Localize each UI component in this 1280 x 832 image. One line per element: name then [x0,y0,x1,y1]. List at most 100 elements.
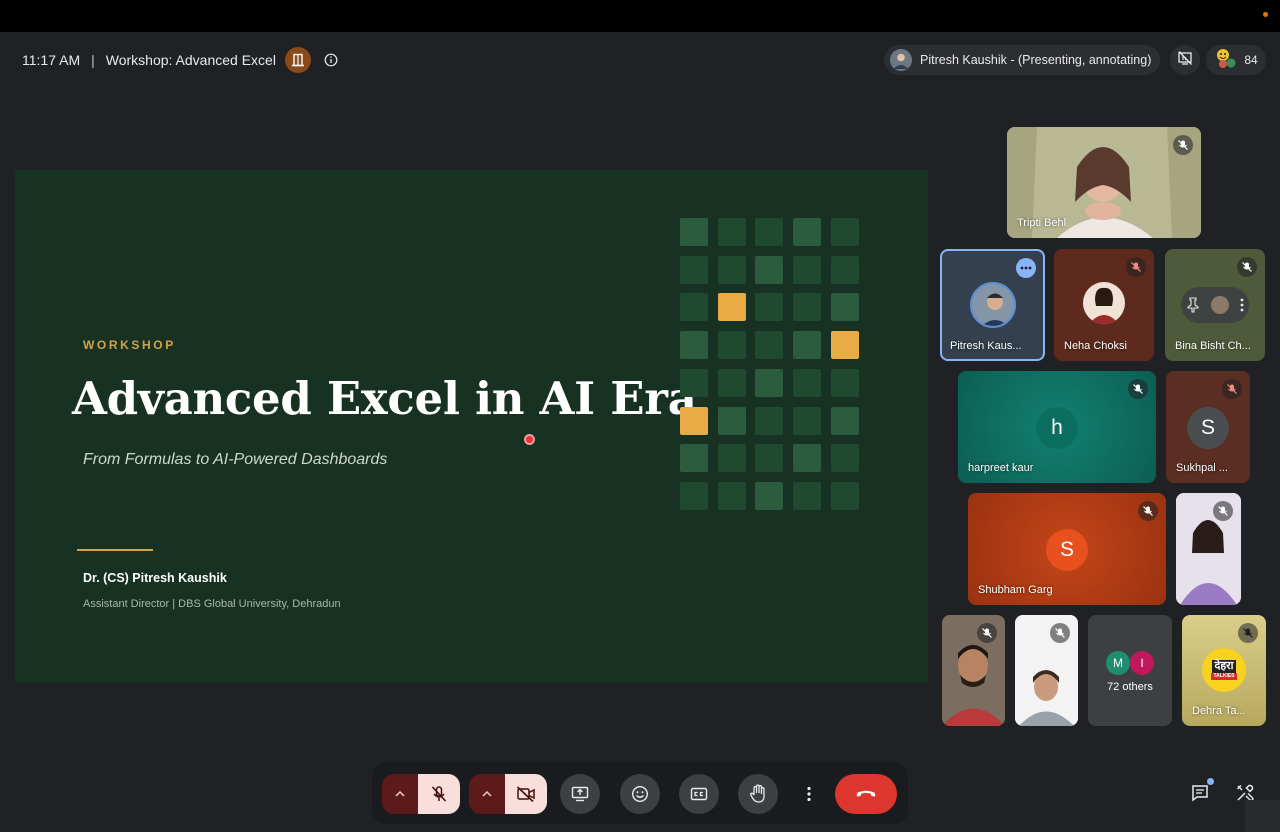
camera-toggle-button[interactable] [505,774,547,814]
participant-tile-video-1[interactable] [1176,493,1241,605]
participant-count: 84 [1244,53,1258,67]
captions-button[interactable] [679,774,719,814]
grid-square [793,255,822,284]
host-controls-icon[interactable] [284,47,311,73]
dehra-talkies-logo: देहरा TALKIES [1202,648,1246,692]
presentation-off-icon [1177,50,1193,71]
camera-control-group [469,774,547,814]
neha-avatar [1083,282,1125,324]
people-button[interactable]: 84 [1206,45,1266,75]
mic-off-icon [1222,379,1242,399]
present-screen-button[interactable] [560,774,600,814]
more-options-icon[interactable] [1016,258,1036,278]
mic-off-icon [1237,257,1257,277]
video-settings-button[interactable] [469,774,505,814]
audio-settings-button[interactable] [382,774,418,814]
chevron-up-icon [482,791,492,797]
more-vert-icon [1240,298,1244,312]
grid-square [793,331,822,360]
grid-square [793,368,822,397]
participant-name: Shubham Garg [978,584,1053,596]
camera-off-icon [516,786,535,802]
others-avatar-m: M [1106,651,1130,675]
grid-square [755,481,784,510]
notification-dot [1263,12,1268,17]
slide-kicker: WORKSHOP [83,338,176,352]
grid-square [830,368,859,397]
window-corner [1245,800,1280,832]
grid-square [755,368,784,397]
presenter-avatar [890,49,912,71]
header-separator: | [91,52,95,68]
grid-square [830,293,859,322]
others-count-label: 72 others [1107,681,1153,693]
participant-tile-video-3[interactable] [1015,615,1078,726]
tile-hover-controls[interactable] [1181,287,1249,323]
participant-name: harpreet kaur [968,462,1034,474]
grid-square [680,255,708,284]
grid-square [717,368,746,397]
participant-name: Tripti Behl [1017,217,1067,229]
leave-call-button[interactable] [835,774,897,814]
raise-hand-button[interactable] [738,774,778,814]
participant-tile-dehra[interactable]: देहरा TALKIES Dehra Ta... [1182,615,1266,726]
closed-captions-icon [690,787,708,801]
emoji-icon [631,785,649,803]
grid-square [755,444,784,473]
participant-tile-tripti[interactable]: Tripti Behl [1007,127,1201,238]
bina-avatar [1210,296,1229,314]
others-avatar-i: I [1130,651,1154,675]
meeting-info-icon[interactable] [323,52,339,68]
grid-square [830,406,859,435]
present-screen-icon [571,786,589,802]
grid-square [680,331,708,360]
presentation-view-button[interactable] [1170,45,1200,75]
participant-tile-neha[interactable]: Neha Choksi [1054,249,1154,361]
more-options-button[interactable] [798,774,820,814]
mic-off-icon [1173,135,1193,155]
participant-initial-avatar: S [1187,407,1229,449]
presenter-status-chip[interactable]: Pitresh Kaushik - (Presenting, annotatin… [884,45,1160,75]
mic-off-icon [1238,623,1258,643]
grid-square [680,481,708,510]
grid-square [755,406,784,435]
meeting-title: Workshop: Advanced Excel [105,52,276,68]
grid-square [830,444,859,473]
participant-tile-pitresh[interactable]: Pitresh Kaus... [940,249,1045,361]
participant-tile-harpreet[interactable]: h harpreet kaur [958,371,1156,483]
clock-time: 11:17 AM [22,52,81,68]
slide-title: Advanced Excel in AI Era [72,372,697,425]
mic-toggle-button[interactable] [418,774,460,814]
participants-avatars-icon [1214,47,1238,74]
participant-name: Bina Bisht Ch... [1175,340,1251,352]
grid-square [793,481,822,510]
presenter-status-text: Pitresh Kaushik - (Presenting, annotatin… [920,53,1152,67]
grid-square [830,481,859,510]
participant-name: Pitresh Kaus... [950,340,1022,352]
mic-off-icon [1213,501,1233,521]
participant-tile-video-2[interactable] [942,615,1005,726]
grid-square [755,331,784,360]
grid-square [717,255,746,284]
laser-pointer [524,434,535,445]
participant-tile-sukhpal[interactable]: S Sukhpal ... [1166,371,1250,483]
presentation-slide: WORKSHOP Advanced Excel in AI Era From F… [15,170,928,683]
grid-square [830,255,859,284]
mic-off-icon [977,623,997,643]
participant-tile-others[interactable]: M I 72 others [1088,615,1172,726]
chat-icon [1192,785,1208,802]
grid-square-highlight [830,331,859,360]
participant-tile-shubham[interactable]: S Shubham Garg [968,493,1166,605]
grid-square [793,293,822,322]
call-controls-bar [372,762,908,824]
mic-off-icon [1050,623,1070,643]
chat-button[interactable] [1180,773,1220,813]
grid-square [830,218,859,246]
grid-square [680,368,708,397]
grid-square [717,444,746,473]
hang-up-icon [856,790,876,797]
chevron-up-icon [395,791,405,797]
participant-tile-bina[interactable]: Bina Bisht Ch... [1165,249,1265,361]
reactions-button[interactable] [620,774,660,814]
grid-square [793,218,822,246]
